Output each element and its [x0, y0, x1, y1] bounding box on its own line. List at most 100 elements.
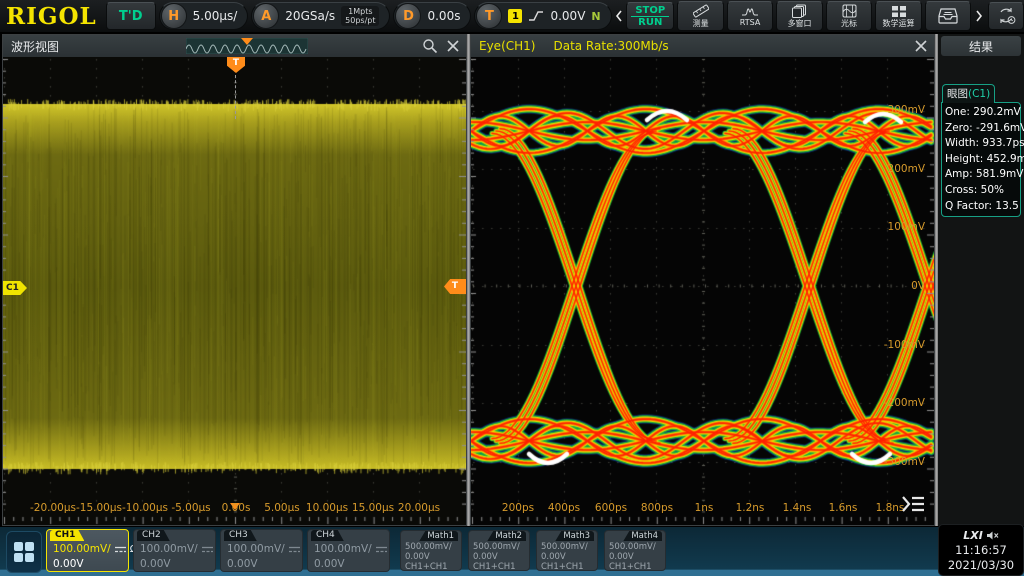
waveform-canvas[interactable]: [3, 57, 466, 525]
memory-depth-block: 1Mpts 50ps/pt: [341, 6, 379, 26]
ch1-tab[interactable]: CH1: [50, 530, 84, 541]
toolbar-scroll-left[interactable]: [615, 10, 624, 22]
math-card-math3[interactable]: Math3 500.00mV/ 0.00V CH1+CH1: [536, 530, 598, 571]
dc-coupling-icon: [375, 545, 388, 554]
multiwindow-label: 多窗口: [788, 19, 812, 28]
zoom-search-icon[interactable]: [422, 38, 438, 54]
waveform-view-panel: 波形视图 T C1 T -20.00µs -15.00µs -10.00µ: [2, 34, 467, 526]
multiwindow-button[interactable]: 多窗口: [776, 1, 822, 31]
math2-expression: CH1+CH1: [473, 562, 516, 572]
chevron-right-icon: [975, 10, 983, 22]
spectrum-icon: [741, 5, 759, 17]
waveform-overview-strip[interactable]: [186, 38, 308, 54]
ch1-offset: 0.00V: [53, 558, 84, 570]
math3-scale: 500.00mV/: [541, 542, 588, 552]
delay-knob[interactable]: D: [395, 3, 421, 29]
eye-results-box: One: 290.2mV Zero: -291.6mV Width: 933.7…: [941, 102, 1021, 217]
eye-y-tick: 300mV: [888, 104, 925, 116]
rising-edge-icon: [528, 9, 544, 23]
math-card-math4[interactable]: Math4 500.00mV/ 0.00V CH1+CH1: [604, 530, 666, 571]
utility-button[interactable]: [988, 2, 1024, 30]
cursor-button[interactable]: 光标: [826, 1, 872, 31]
channel-card-ch1[interactable]: CH1 100.00mV/ Ω 0.00V: [46, 529, 129, 572]
math1-expression: CH1+CH1: [405, 562, 448, 572]
dc-coupling-icon: [201, 545, 214, 554]
channel-card-ch3[interactable]: CH3 100.00mV/ 0.00V: [220, 529, 303, 572]
result-height: Height: 452.9mV: [945, 152, 1017, 168]
math4-tab[interactable]: Math4: [623, 531, 662, 541]
status-date: 2021/03/30: [948, 558, 1014, 572]
eye-results-tab[interactable]: 眼图(C1): [942, 84, 995, 103]
multi-window-icon: [792, 4, 807, 18]
eye-title: Eye(CH1): [479, 39, 535, 53]
chevron-left-icon: [615, 10, 623, 22]
channel-card-ch4[interactable]: CH4 100.00mV/ 0.00V: [307, 529, 390, 572]
math-label: 数学运算: [883, 19, 915, 28]
math4-scale: 500.00mV/: [609, 542, 656, 552]
ch1-scale: 100.00mV/: [53, 543, 111, 555]
math2-offset: 0.00V: [473, 552, 498, 562]
memory-depth-value: 1Mpts: [345, 7, 375, 16]
math-grid-icon: [891, 5, 907, 18]
run-stop-button[interactable]: STOP RUN: [626, 2, 674, 30]
math3-expression: CH1+CH1: [541, 562, 584, 572]
waveform-view-title: 波形视图: [11, 38, 59, 55]
eye-results-group: 眼图(C1) One: 290.2mV Zero: -291.6mV Width…: [941, 82, 1021, 217]
delay-control[interactable]: D 0.00s: [393, 2, 471, 30]
status-clock-box: LXI 11:16:57 2021/03/30: [938, 524, 1024, 576]
ch2-tab[interactable]: CH2: [137, 530, 170, 541]
speaker-muted-icon[interactable]: [986, 530, 999, 541]
oscilloscope-screen: RIGOL T'D H 5.00µs/ A 20GSa/s 1Mpts 50ps…: [0, 0, 1024, 576]
math1-tab[interactable]: Math1: [419, 531, 458, 541]
channel-card-ch2[interactable]: CH2 100.00mV/ 0.00V: [133, 529, 216, 572]
ch3-tab[interactable]: CH3: [224, 530, 257, 541]
eye-menu-icon[interactable]: [900, 493, 926, 515]
delay-value: 0.00s: [427, 9, 460, 23]
math-card-math1[interactable]: Math1 500.00mV/ 0.00V CH1+CH1: [400, 530, 462, 571]
eye-canvas[interactable]: [471, 57, 934, 525]
sample-resolution-value: 50ps/pt: [345, 16, 375, 25]
trigger-source-badge: 1: [508, 9, 522, 23]
trigger-control[interactable]: T 1 0.00V N: [474, 2, 611, 30]
horizontal-knob[interactable]: H: [161, 3, 187, 29]
result-amp: Amp: 581.9mV: [945, 167, 1017, 183]
dc-coupling-icon: [288, 545, 301, 554]
math4-offset: 0.00V: [609, 552, 634, 562]
math-card-math2[interactable]: Math2 500.00mV/ 0.00V CH1+CH1: [468, 530, 530, 571]
acquire-knob[interactable]: A: [253, 3, 279, 29]
eye-plot-area[interactable]: 300mV 200mV 100mV 0V -100mV -200mV -300m…: [471, 57, 934, 525]
trigger-knob[interactable]: T: [476, 3, 502, 29]
horizontal-scale-value: 5.00µs/: [193, 9, 238, 23]
window-layout-button[interactable]: [6, 531, 42, 573]
channel-bar: CH1 100.00mV/ Ω 0.00V CH2 100.00mV/ 0.00: [0, 527, 1024, 576]
math3-tab[interactable]: Math3: [555, 531, 594, 541]
trigger-mode-label: N: [591, 10, 600, 23]
eye-y-tick: -300mV: [884, 456, 925, 468]
math2-tab[interactable]: Math2: [487, 531, 526, 541]
horizontal-scale-control[interactable]: H 5.00µs/: [159, 2, 249, 30]
toolbar-scroll-right[interactable]: [974, 10, 983, 22]
top-toolbar: RIGOL T'D H 5.00µs/ A 20GSa/s 1Mpts 50ps…: [0, 0, 1024, 32]
waveform-plot-area[interactable]: T C1 T -20.00µs -15.00µs -10.00µs -5.00µ…: [3, 57, 466, 525]
math-button[interactable]: 数学运算: [875, 1, 921, 31]
math1-offset: 0.00V: [405, 552, 430, 562]
cursor-icon: [842, 4, 857, 18]
rtsa-button[interactable]: RTSA: [727, 1, 773, 31]
measure-button[interactable]: 测量: [677, 1, 723, 31]
eye-close-icon[interactable]: [913, 38, 929, 54]
result-one: One: 290.2mV: [945, 105, 1017, 121]
storage-button[interactable]: [925, 1, 971, 31]
ch3-offset: 0.00V: [227, 558, 258, 570]
waveform-close-icon[interactable]: [445, 38, 461, 54]
trigger-status-button[interactable]: T'D: [106, 2, 156, 30]
ch3-scale: 100.00mV/: [227, 543, 285, 555]
wf-x-tick: 20.00µs: [387, 502, 451, 514]
lxi-label: LXI: [963, 529, 983, 542]
result-qfactor: Q Factor: 13.5: [945, 199, 1017, 215]
results-title: 结果: [969, 38, 993, 55]
ch4-tab[interactable]: CH4: [311, 530, 344, 541]
acquire-control[interactable]: A 20GSa/s 1Mpts 50ps/pt: [251, 2, 390, 30]
ch2-scale: 100.00mV/: [140, 543, 198, 555]
result-cross: Cross: 50%: [945, 183, 1017, 199]
results-sidebar: 结果 眼图(C1) One: 290.2mV Zero: -291.6mV Wi…: [938, 34, 1024, 526]
